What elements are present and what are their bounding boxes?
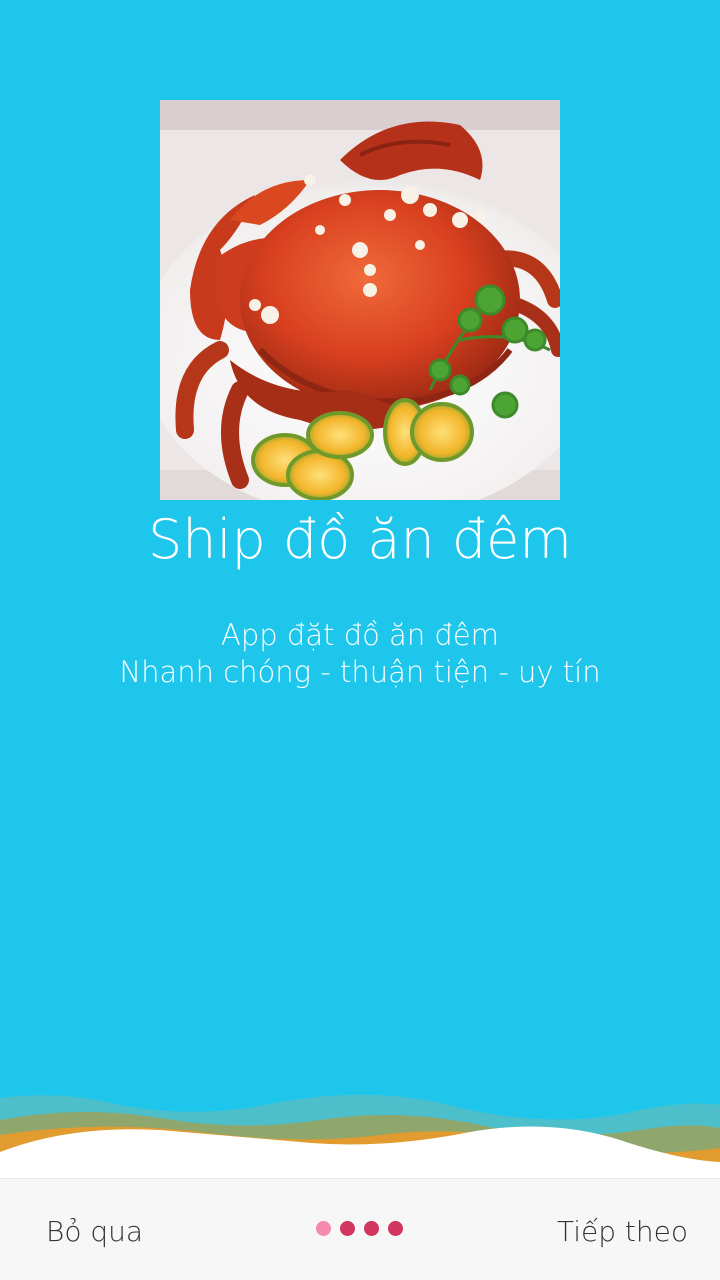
onboarding-screen: Ship đồ ăn đêm App đặt đồ ăn đêm Nhanh c…	[0, 0, 720, 1280]
page-dot-4[interactable]	[388, 1221, 403, 1236]
onboarding-footer: Bỏ qua Tiếp theo	[0, 1178, 720, 1280]
page-dot-3[interactable]	[364, 1221, 379, 1236]
skip-button[interactable]: Bỏ qua	[46, 1215, 143, 1248]
onboarding-subtitle-line-2: Nhanh chóng - thuận tiện - uy tín	[119, 655, 601, 689]
page-dot-1[interactable]	[316, 1221, 331, 1236]
next-button[interactable]: Tiếp theo	[557, 1215, 688, 1248]
decorative-waves	[0, 1094, 720, 1180]
page-dot-2[interactable]	[340, 1221, 355, 1236]
onboarding-title: Ship đồ ăn đêm	[147, 508, 572, 571]
crab-dish-image	[160, 100, 560, 500]
onboarding-subtitle-line-1: App đặt đồ ăn đêm	[221, 618, 499, 652]
